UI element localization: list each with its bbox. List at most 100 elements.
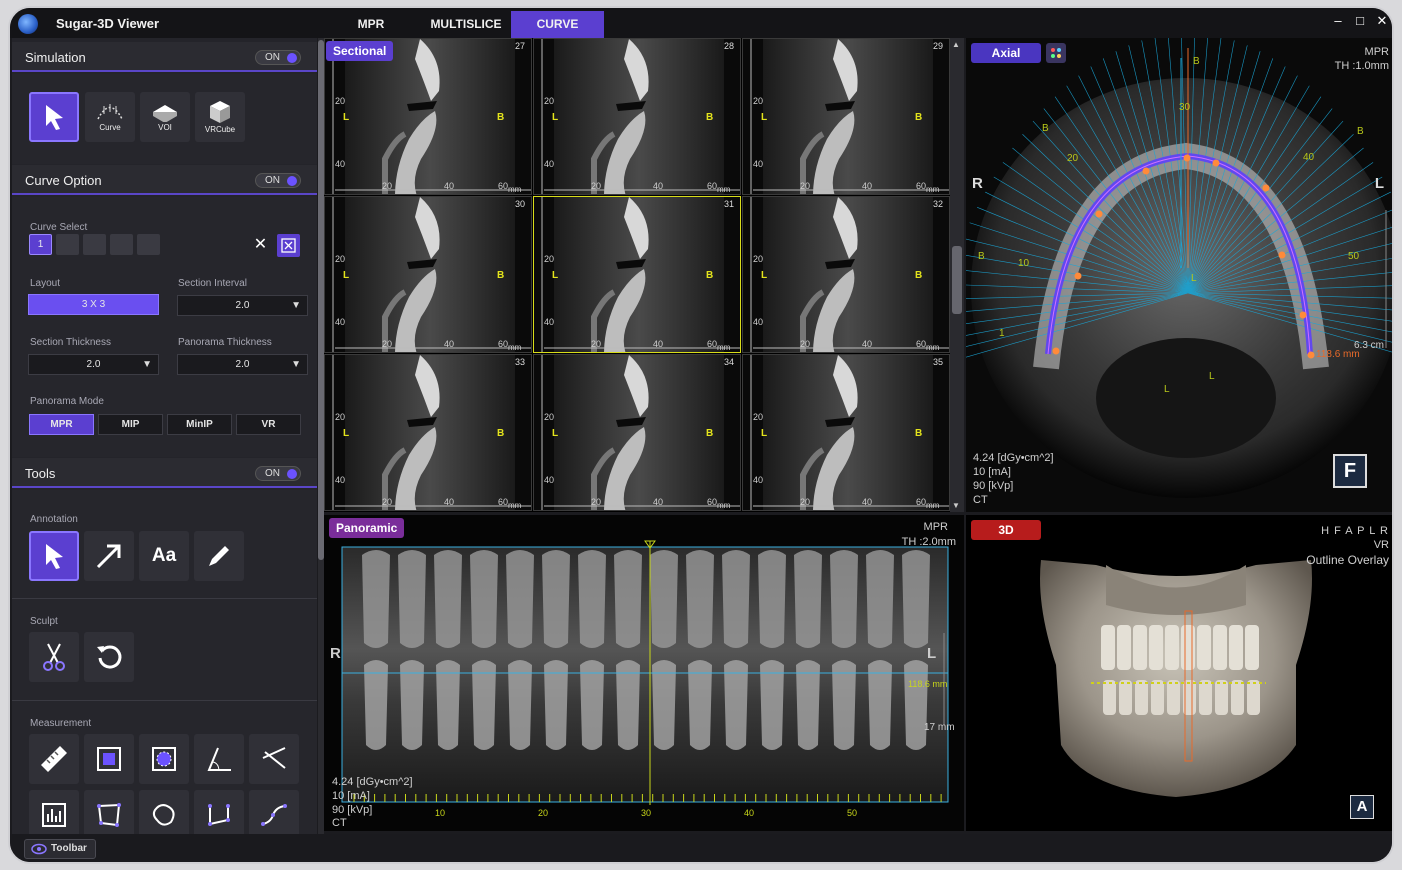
minimize-button[interactable]: – [1331, 14, 1345, 28]
slice-unit: mm [508, 343, 522, 352]
panorama-thickness-dropdown[interactable]: 2.0 ▼ [177, 354, 308, 375]
scrollbar-thumb[interactable] [952, 246, 962, 314]
slice-x-tick: 20 [800, 181, 811, 191]
panoramic-mode: MPR [923, 521, 948, 533]
curve-slot-1[interactable]: 1 [29, 234, 52, 255]
ellipse-roi-button[interactable] [139, 734, 189, 784]
slice-y-tick: 40 [544, 475, 555, 485]
panorama-mode-label: Panorama Mode [30, 396, 104, 407]
ruler-tool-button[interactable] [29, 734, 79, 784]
panoramic-x-label: 40 [744, 808, 755, 818]
sectional-cell[interactable]: 29 L B 20 40 20 40 60 mm [742, 38, 950, 195]
toolbar-button[interactable]: Toolbar [24, 839, 96, 859]
sectional-cell[interactable]: 35 L B 20 40 20 40 60 mm [742, 354, 950, 511]
simulation-toggle[interactable]: ON [255, 50, 301, 65]
slice-left-marker: L [761, 270, 768, 281]
section-interval-dropdown[interactable]: 2.0 ▼ [177, 295, 308, 316]
clear-curve-button[interactable] [277, 234, 300, 257]
scroll-up-icon[interactable]: ▲ [952, 40, 960, 49]
annotation-pointer-button[interactable] [29, 531, 79, 581]
sectional-cell[interactable]: 30 L B 20 40 20 40 60 mm [324, 196, 532, 353]
upper-tooth [902, 550, 930, 648]
axial-viewport[interactable]: Axial MPR TH :1.0mm R L 4.24 [dGy•cm^2] … [966, 38, 1392, 512]
upper-tooth [434, 550, 462, 648]
lower-tooth [1135, 680, 1148, 715]
vr3d-orientation-cube[interactable]: A [1350, 795, 1374, 819]
sectional-scrollbar[interactable]: ▲ ▼ [950, 38, 964, 512]
tab-curve[interactable]: CURVE [511, 11, 604, 38]
curve-slot-5[interactable] [137, 234, 160, 255]
pointer-tool-button[interactable] [29, 92, 79, 142]
tab-multislice[interactable]: MULTISLICE [420, 11, 512, 38]
sectional-viewport[interactable]: 27 L B 20 40 20 40 60 mm 28 L B 20 40 20 40 60 mm 29 L B 20 40… [324, 38, 950, 512]
upper-tooth [722, 550, 750, 648]
chevron-down-icon: ▼ [142, 359, 152, 370]
arrow-annotation-button[interactable] [84, 531, 134, 581]
sculpt-cut-button[interactable] [29, 632, 79, 682]
sectional-cell[interactable]: 34 L B 20 40 20 40 60 mm [533, 354, 741, 511]
section-thickness-dropdown[interactable]: 2.0 ▼ [28, 354, 159, 375]
sectional-cell[interactable]: 27 L B 20 40 20 40 60 mm [324, 38, 532, 195]
curve-tool-button[interactable]: Curve [85, 92, 135, 142]
sectional-cell[interactable]: 28 L B 20 40 20 40 60 mm [533, 38, 741, 195]
slice-x-tick: 40 [444, 339, 455, 349]
panorama-mode-mip[interactable]: MIP [98, 414, 163, 435]
rectangle-roi-button[interactable] [84, 734, 134, 784]
axial-options-button[interactable] [1046, 43, 1066, 63]
slice-left-marker: L [552, 112, 559, 123]
curve-option-toggle[interactable]: ON [255, 173, 301, 188]
section-thickness-value: 2.0 [86, 359, 101, 370]
maximize-button[interactable]: □ [1353, 14, 1367, 28]
axial-arch-label: L [1191, 273, 1197, 284]
upper-tooth [794, 550, 822, 648]
text-annotation-button[interactable]: Aa [139, 531, 189, 581]
curve-slot-2[interactable] [56, 234, 79, 255]
sectional-cell[interactable]: 33 L B 20 40 20 40 60 mm [324, 354, 532, 511]
sectional-cell[interactable]: 31 L B 20 40 20 40 60 mm [533, 196, 741, 353]
lower-tooth [1167, 680, 1180, 715]
panorama-mode-minip[interactable]: MinIP [167, 414, 232, 435]
delete-curve-button[interactable]: ✕ [250, 234, 271, 255]
histogram-tool-button[interactable] [29, 790, 79, 840]
toolbar-button-label: Toolbar [51, 843, 87, 854]
panorama-mode-mpr[interactable]: MPR [29, 414, 94, 435]
sculpt-undo-button[interactable] [84, 632, 134, 682]
footer-bar: Toolbar [10, 834, 1392, 862]
pencil-annotation-button[interactable] [194, 531, 244, 581]
angle-tool-button[interactable] [194, 734, 244, 784]
axial-arch-label: L [1164, 384, 1170, 395]
scroll-down-icon[interactable]: ▼ [952, 501, 960, 510]
vr3d-viewport[interactable]: 3D H F A P L R VR Outline Overlay A [966, 515, 1392, 831]
layout-button[interactable]: 3 X 3 [28, 294, 159, 315]
cobb-angle-button[interactable] [249, 734, 299, 784]
freehand-roi-button[interactable] [139, 790, 189, 840]
polygon-roi-button[interactable] [84, 790, 134, 840]
sectional-cell[interactable]: 32 L B 20 40 20 40 60 mm [742, 196, 950, 353]
axial-arch-label: 30 [1179, 102, 1191, 113]
curve-icon [97, 104, 123, 120]
upper-tooth [398, 550, 426, 648]
axial-orientation-cube[interactable]: F [1333, 454, 1367, 488]
curve-option-toggle-label: ON [265, 175, 280, 186]
curve-slot-3[interactable] [83, 234, 106, 255]
sculpt-label: Sculpt [30, 616, 58, 627]
slice-y-tick: 20 [544, 254, 555, 264]
tools-toggle[interactable]: ON [255, 466, 301, 481]
polyline-tool-button[interactable] [194, 790, 244, 840]
tools-title: Tools [25, 466, 56, 481]
axial-modality: CT [973, 494, 988, 506]
tab-mpr[interactable]: MPR [340, 11, 402, 38]
upper-tooth [1165, 625, 1179, 670]
toggle-knob [287, 469, 297, 479]
slice-x-tick: 60 [916, 497, 927, 507]
slice-x-tick: 20 [591, 339, 602, 349]
panoramic-viewport[interactable]: Panoramic MPR TH :2.0mm R L 118.6 mm 17 … [324, 515, 964, 831]
curve-slot-4[interactable] [110, 234, 133, 255]
voi-tool-button[interactable]: VOI [140, 92, 190, 142]
spline-tool-button[interactable] [249, 790, 299, 840]
app-title: Sugar-3D Viewer [56, 16, 160, 31]
slice-y-tick: 40 [544, 317, 555, 327]
panorama-mode-vr[interactable]: VR [236, 414, 301, 435]
vrcube-tool-button[interactable]: VRCube [195, 92, 245, 142]
close-window-button[interactable]: ✕ [1375, 14, 1389, 28]
